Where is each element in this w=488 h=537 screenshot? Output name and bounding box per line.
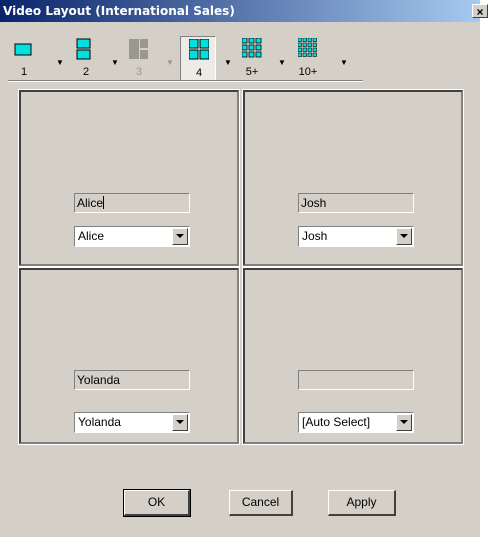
layout-3-label: 3 <box>135 66 143 78</box>
layout-5plus-label: 5+ <box>245 66 259 78</box>
video-grid: Alice Alice Josh Josh Yolanda Yolanda [A… <box>18 89 464 445</box>
layout-3-dropdown-icon: ▼ <box>166 58 174 67</box>
layout-10plus-dropdown-icon[interactable]: ▼ <box>340 58 348 67</box>
layout-1-dropdown-icon[interactable]: ▼ <box>56 58 64 67</box>
close-button[interactable]: × <box>472 4 488 19</box>
toolbar-separator <box>8 80 363 82</box>
cancel-button[interactable]: Cancel <box>229 490 293 516</box>
participant-select-value-3: Yolanda <box>78 415 121 429</box>
layout-4-label: 4 <box>195 67 203 79</box>
layout-10plus-label: 10+ <box>298 66 318 78</box>
participant-name-field-1[interactable]: Alice <box>74 193 190 213</box>
participant-select-1[interactable]: Alice <box>74 226 190 247</box>
layout-1-icon <box>14 43 32 56</box>
chevron-down-icon[interactable] <box>396 228 412 245</box>
layout-1-button[interactable]: 1 <box>6 36 42 82</box>
video-pane-4[interactable]: [Auto Select] <box>242 267 464 445</box>
apply-button[interactable]: Apply <box>328 490 396 516</box>
participant-name-field-2[interactable]: Josh <box>298 193 414 213</box>
participant-select-value-2: Josh <box>302 229 328 243</box>
layout-5plus-button[interactable]: 5+ <box>234 36 270 82</box>
layout-3-button[interactable]: 3 <box>121 36 157 82</box>
layout-4-dropdown-icon[interactable]: ▼ <box>224 58 232 67</box>
layout-3-icon <box>129 39 148 59</box>
window-title: Video Layout (International Sales) <box>3 4 235 18</box>
ok-button[interactable]: OK <box>123 489 191 517</box>
layout-2-button[interactable]: 2 <box>68 36 104 82</box>
participant-name-text-1: Alice <box>77 196 104 210</box>
chevron-down-icon[interactable] <box>172 414 188 431</box>
participant-select-value-1: Alice <box>78 229 105 243</box>
layout-10plus-button[interactable]: 10+ <box>290 36 326 82</box>
layout-2-icon <box>76 38 91 60</box>
participant-name-field-3[interactable]: Yolanda <box>74 370 190 390</box>
participant-select-2[interactable]: Josh <box>298 226 414 247</box>
layout-2-dropdown-icon[interactable]: ▼ <box>111 58 119 67</box>
layout-10plus-icon <box>298 38 317 57</box>
chevron-down-icon[interactable] <box>172 228 188 245</box>
video-pane-3[interactable]: Yolanda Yolanda <box>18 267 240 445</box>
participant-select-4[interactable]: [Auto Select] <box>298 412 414 433</box>
chevron-down-icon[interactable] <box>396 414 412 431</box>
layout-5plus-dropdown-icon[interactable]: ▼ <box>278 58 286 67</box>
title-bar[interactable]: Video Layout (International Sales) <box>0 0 480 22</box>
layout-2-label: 2 <box>82 66 90 78</box>
layout-5plus-icon <box>242 38 262 58</box>
video-pane-1[interactable]: Alice Alice <box>18 89 240 267</box>
video-layout-dialog: Video Layout (International Sales) × 1 ▼… <box>0 0 488 537</box>
layout-1-label: 1 <box>20 66 28 78</box>
video-pane-2[interactable]: Josh Josh <box>242 89 464 267</box>
participant-select-3[interactable]: Yolanda <box>74 412 190 433</box>
participant-name-field-4[interactable] <box>298 370 414 390</box>
layout-toolbar: 1 ▼ 2 ▼ 3 ▼ 4 ▼ 5+ ▼ 10+ ▼ <box>6 24 370 84</box>
participant-select-value-4: [Auto Select] <box>302 415 371 429</box>
text-cursor <box>103 196 105 209</box>
layout-4-button[interactable]: 4 <box>180 36 216 82</box>
layout-4-icon <box>189 39 209 60</box>
